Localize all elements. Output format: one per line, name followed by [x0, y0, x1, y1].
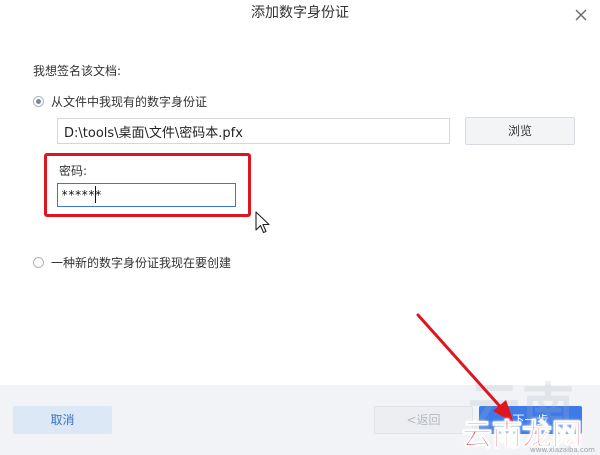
annotation-arrow-icon — [416, 313, 514, 423]
watermark-url: www.xiazaiba.com — [530, 446, 595, 454]
